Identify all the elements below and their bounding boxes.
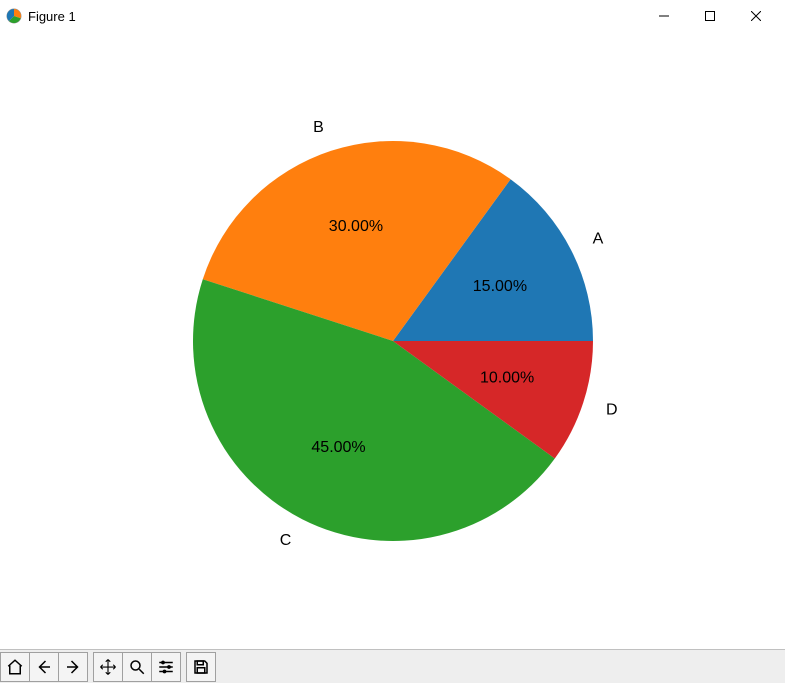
- zoom-button[interactable]: [122, 652, 152, 682]
- pct-label-C: 45.00%: [311, 439, 365, 456]
- pct-label-A: 15.00%: [472, 277, 526, 294]
- cat-label-D: D: [606, 401, 618, 418]
- window-controls: [641, 1, 779, 31]
- cat-label-C: C: [279, 531, 291, 548]
- save-button[interactable]: [186, 652, 216, 682]
- arrow-right-icon: [64, 658, 82, 676]
- back-button[interactable]: [29, 652, 59, 682]
- home-icon: [6, 658, 24, 676]
- pct-label-B: 30.00%: [328, 218, 382, 235]
- save-icon: [192, 658, 210, 676]
- sliders-icon: [157, 658, 175, 676]
- zoom-icon: [128, 658, 146, 676]
- home-button[interactable]: [0, 652, 30, 682]
- minimize-button[interactable]: [641, 1, 687, 31]
- forward-button[interactable]: [58, 652, 88, 682]
- cat-label-B: B: [313, 119, 324, 136]
- cat-label-A: A: [592, 230, 603, 247]
- pan-button[interactable]: [93, 652, 123, 682]
- maximize-button[interactable]: [687, 1, 733, 31]
- move-icon: [99, 658, 117, 676]
- pie-chart: 15.00% A 30.00% B 45.00% C 10.00% D: [113, 61, 673, 621]
- arrow-left-icon: [35, 658, 53, 676]
- pct-label-D: 10.00%: [479, 369, 533, 386]
- nav-toolbar: [0, 649, 785, 683]
- window-titlebar: Figure 1: [0, 0, 785, 32]
- app-icon: [6, 8, 22, 24]
- window-title: Figure 1: [28, 9, 76, 24]
- configure-button[interactable]: [151, 652, 181, 682]
- chart-canvas: 15.00% A 30.00% B 45.00% C 10.00% D: [0, 32, 785, 649]
- close-button[interactable]: [733, 1, 779, 31]
